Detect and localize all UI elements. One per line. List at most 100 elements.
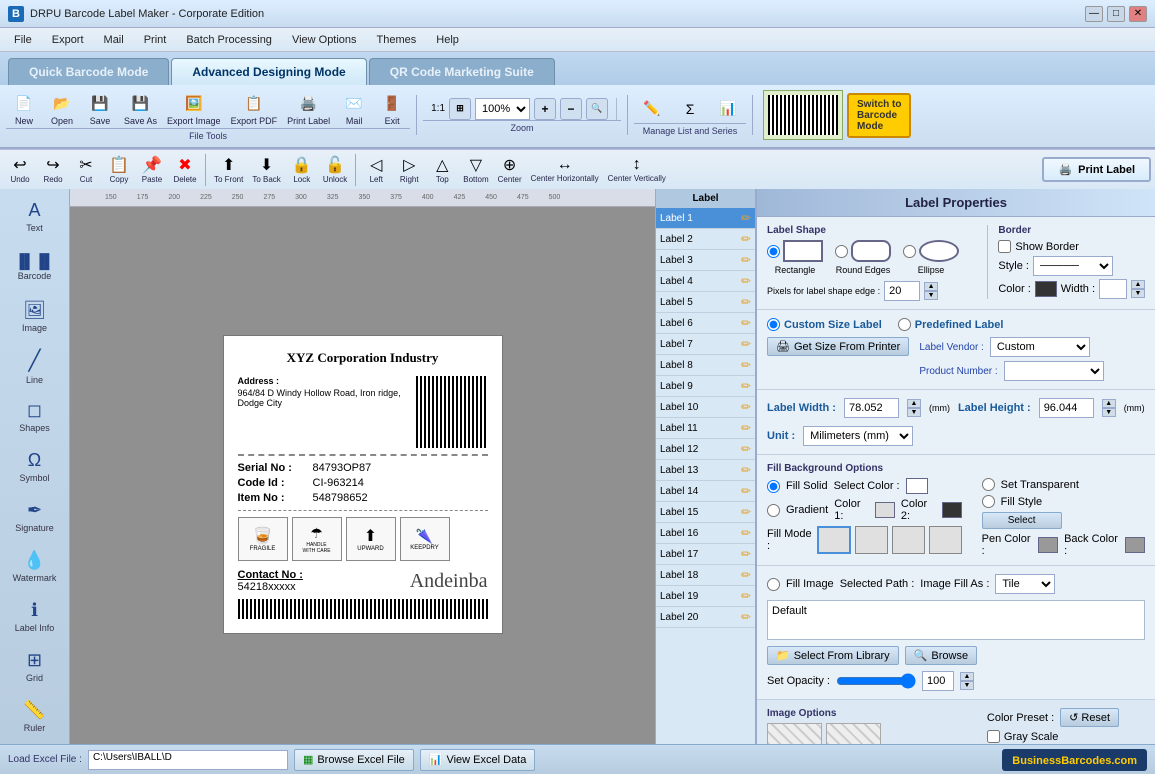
label-item-3[interactable]: Label 3 ✏ <box>656 250 755 271</box>
back-color-swatch[interactable] <box>1125 537 1145 553</box>
label-item-7[interactable]: Label 7 ✏ <box>656 334 755 355</box>
to-back-btn[interactable]: ⬇ To Back <box>248 153 284 186</box>
gradient-radio[interactable] <box>767 504 780 517</box>
fill-mode-3[interactable] <box>892 526 925 554</box>
border-style-select[interactable]: ───── - - - ····· <box>1033 256 1113 276</box>
sidebar-label-info[interactable]: ℹ Label Info <box>5 592 65 640</box>
close-btn[interactable]: ✕ <box>1129 6 1147 22</box>
lock-btn[interactable]: 🔒 Lock <box>286 153 318 186</box>
label-item-16[interactable]: Label 16 ✏ <box>656 523 755 544</box>
edit-icon-10[interactable]: ✏ <box>741 400 751 414</box>
edit-icon-16[interactable]: ✏ <box>741 526 751 540</box>
height-mm-input[interactable] <box>1039 398 1094 418</box>
sidebar-text[interactable]: A Text <box>5 193 65 241</box>
edit-icon-12[interactable]: ✏ <box>741 442 751 456</box>
opacity-input[interactable] <box>922 671 954 691</box>
op-up[interactable]: ▲ <box>960 672 974 681</box>
maximize-btn[interactable]: □ <box>1107 6 1125 22</box>
cut-btn[interactable]: ✂ Cut <box>70 153 102 186</box>
sidebar-watermark[interactable]: 💧 Watermark <box>5 542 65 590</box>
manage3-btn[interactable]: 📊 <box>710 95 746 123</box>
label-item-9[interactable]: Label 9 ✏ <box>656 376 755 397</box>
show-border-check[interactable] <box>998 240 1011 253</box>
browse-excel-btn[interactable]: ▦ Browse Excel File <box>294 749 414 771</box>
opacity-spin[interactable]: ▲ ▼ <box>960 672 974 690</box>
predefined-radio[interactable] <box>898 318 911 331</box>
label-item-12[interactable]: Label 12 ✏ <box>656 439 755 460</box>
unit-select[interactable]: Milimeters (mm) Inches <box>803 426 913 446</box>
menu-themes[interactable]: Themes <box>367 32 427 48</box>
pixels-spin-up[interactable]: ▲ <box>924 282 938 291</box>
exit-btn[interactable]: 🚪 Exit <box>374 89 410 128</box>
hs-down[interactable]: ▼ <box>1102 408 1116 417</box>
preset-1[interactable] <box>767 723 822 744</box>
shape-rect-radio[interactable] <box>767 245 780 258</box>
preset-2[interactable] <box>826 723 881 744</box>
label-item-5[interactable]: Label 5 ✏ <box>656 292 755 313</box>
sidebar-barcode[interactable]: ▐▌▐▌ Barcode <box>5 243 65 291</box>
height-spin[interactable]: ▲ ▼ <box>1102 399 1116 417</box>
menu-view[interactable]: View Options <box>282 32 367 48</box>
browse-btn[interactable]: 🔍 Browse <box>905 646 977 665</box>
menu-help[interactable]: Help <box>426 32 469 48</box>
export-image-btn[interactable]: 🖼️ Export Image <box>163 89 225 128</box>
mail-btn[interactable]: ✉️ Mail <box>336 89 372 128</box>
edit-icon-11[interactable]: ✏ <box>741 421 751 435</box>
image-fill-select[interactable]: Tile Stretch Center <box>995 574 1055 594</box>
pixels-input[interactable] <box>884 281 920 301</box>
export-pdf-btn[interactable]: 📋 Export PDF <box>227 89 282 128</box>
zoom-in-btn[interactable]: + <box>534 98 556 120</box>
switch-barcode-btn[interactable]: Switch toBarcodeMode <box>847 93 911 138</box>
print-label-tb-btn[interactable]: 🖨️ Print Label <box>283 89 334 128</box>
menu-print[interactable]: Print <box>134 32 177 48</box>
view-excel-btn[interactable]: 📊 View Excel Data <box>420 749 536 771</box>
opacity-slider[interactable] <box>836 673 916 689</box>
save-as-btn[interactable]: 💾 Save As <box>120 89 161 128</box>
to-front-btn[interactable]: ⬆ To Front <box>210 153 247 186</box>
sidebar-image[interactable]: 🖼 Image <box>5 293 65 341</box>
ws-down[interactable]: ▼ <box>907 408 921 417</box>
save-btn[interactable]: 💾 Save <box>82 89 118 128</box>
print-label-btn[interactable]: 🖨️ Print Label <box>1042 157 1151 182</box>
shape-ellipse-radio[interactable] <box>903 245 916 258</box>
edit-icon-19[interactable]: ✏ <box>741 589 751 603</box>
width-spin[interactable]: ▲ ▼ <box>907 399 921 417</box>
paste-btn[interactable]: 📌 Paste <box>136 153 168 186</box>
edit-icon-9[interactable]: ✏ <box>741 379 751 393</box>
label-item-17[interactable]: Label 17 ✏ <box>656 544 755 565</box>
edit-icon-2[interactable]: ✏ <box>741 232 751 246</box>
sidebar-signature[interactable]: ✒ Signature <box>5 492 65 540</box>
fill-image-radio[interactable] <box>767 578 780 591</box>
grayscale-check[interactable] <box>987 730 1000 743</box>
sidebar-grid[interactable]: ⊞ Grid <box>5 642 65 690</box>
edit-icon-17[interactable]: ✏ <box>741 547 751 561</box>
shape-ellipse-option[interactable]: Ellipse <box>903 240 959 275</box>
ws-up[interactable]: ▲ <box>907 399 921 408</box>
zoom-out-btn[interactable]: − <box>560 98 582 120</box>
menu-export[interactable]: Export <box>42 32 94 48</box>
delete-btn[interactable]: ✖ Delete <box>169 153 201 186</box>
label-item-20[interactable]: Label 20 ✏ <box>656 607 755 628</box>
edit-icon-6[interactable]: ✏ <box>741 316 751 330</box>
fill-mode-2[interactable] <box>855 526 888 554</box>
gradient-color2-swatch[interactable] <box>942 502 962 518</box>
label-item-13[interactable]: Label 13 ✏ <box>656 460 755 481</box>
label-item-14[interactable]: Label 14 ✏ <box>656 481 755 502</box>
center-btn[interactable]: ⊕ Center <box>494 153 526 186</box>
center-h-btn[interactable]: ↔ Center Horizontally <box>527 154 603 185</box>
formula-btn[interactable]: Σ <box>672 95 708 123</box>
label-item-18[interactable]: Label 18 ✏ <box>656 565 755 586</box>
width-mm-input[interactable] <box>844 398 899 418</box>
edit-icon-14[interactable]: ✏ <box>741 484 751 498</box>
fill-mode-1[interactable] <box>817 526 850 554</box>
tab-qr-marketing[interactable]: QR Code Marketing Suite <box>369 58 555 85</box>
edit-icon-8[interactable]: ✏ <box>741 358 751 372</box>
shape-round-option[interactable]: Round Edges <box>835 240 891 275</box>
bw-spin-up[interactable]: ▲ <box>1131 280 1145 289</box>
border-width-input[interactable]: 0 <box>1099 279 1127 299</box>
sidebar-line[interactable]: ╱ Line <box>5 343 65 391</box>
label-item-10[interactable]: Label 10 ✏ <box>656 397 755 418</box>
fill-select-btn[interactable]: Select <box>982 512 1062 529</box>
fill-mode-4[interactable] <box>929 526 962 554</box>
undo-btn[interactable]: ↩ Undo <box>4 153 36 186</box>
